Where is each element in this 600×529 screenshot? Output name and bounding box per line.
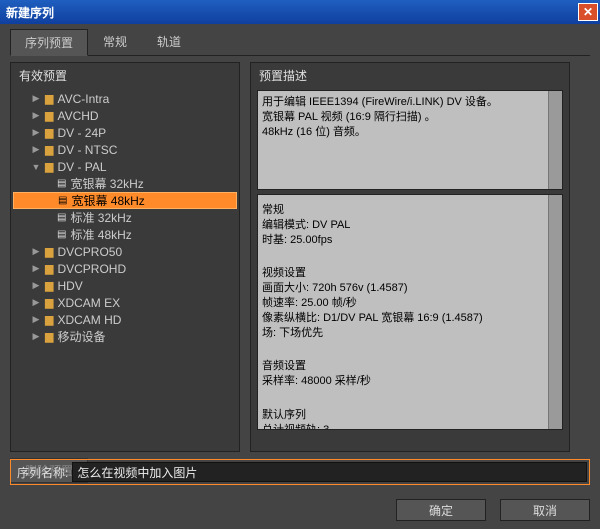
chevron-right-icon: ▶ [31,144,41,155]
description-top: 用于编辑 IEEE1394 (FireWire/i.LINK) DV 设备。 宽… [257,90,563,190]
tree-label: 标准 48kHz [70,226,131,243]
tree-label: 移动设备 [57,328,105,345]
chevron-right-icon: ▶ [31,297,41,308]
edit-mode: 编辑模式: DV PAL [262,218,558,233]
ok-button[interactable]: 确定 [396,499,486,521]
folder-icon: ▆ [45,262,53,275]
scrollbar[interactable] [548,195,562,429]
tree-folder[interactable]: ▶ ▆ DVCPRO50 [13,243,237,260]
tree-label: 宽银幕 48kHz [71,192,144,209]
preset-icon: ▤ [57,229,66,240]
dialog-body: 序列预置 常规 轨道 有效预置 ▶ ▆ AVC-Intra ▶ ▆ AVCHD ▶ ▆ DV… [0,24,600,529]
tree-label: 标准 32kHz [70,209,131,226]
sequence-name-input[interactable] [72,462,587,482]
frame-size: 画面大小: 720h 576v (1.4587) [262,281,558,296]
desc-line: 用于编辑 IEEE1394 (FireWire/i.LINK) DV 设备。 [262,95,558,110]
tree-label: XDCAM HD [57,313,121,327]
tree-folder[interactable]: ▼ ▆ DV - PAL [13,158,237,175]
tree-label: AVC-Intra [57,92,109,106]
tree-folder[interactable]: ▶ ▆ AVC-Intra [13,90,237,107]
timebase: 时基: 25.00fps [262,233,558,248]
chevron-right-icon: ▶ [31,314,41,325]
folder-icon: ▆ [45,330,53,343]
sequence-name-label: 序列名称: [13,464,72,481]
folder-icon: ▆ [45,92,53,105]
tree-folder[interactable]: ▶ ▆ XDCAM HD [13,311,237,328]
description-bottom: 常规 编辑模式: DV PAL 时基: 25.00fps 视频设置 画面大小: … [257,194,563,430]
tree-label: DVCPRO50 [57,245,122,259]
scrollbar[interactable] [548,91,562,189]
chevron-right-icon: ▶ [31,246,41,257]
chevron-right-icon: ▶ [31,127,41,138]
dialog-buttons: 确定 取消 [396,499,590,521]
folder-icon: ▆ [45,143,53,156]
description-panel: 预置描述 用于编辑 IEEE1394 (FireWire/i.LINK) DV … [250,62,570,452]
video-tracks: 总计视频轨: 3 [262,423,558,430]
tree-folder[interactable]: ▶ ▆ 移动设备 [13,328,237,345]
tree-label: HDV [57,279,82,293]
presets-title: 有效预置 [11,63,239,86]
cancel-button[interactable]: 取消 [500,499,590,521]
chevron-right-icon: ▶ [31,263,41,274]
description-title: 预置描述 [251,63,569,86]
desc-line: 48kHz (16 位) 音频。 [262,125,558,140]
tab-presets[interactable]: 序列预置 [10,29,88,56]
tab-general[interactable]: 常规 [88,28,142,55]
chevron-right-icon: ▶ [31,331,41,342]
folder-icon: ▆ [45,279,53,292]
tree-label: DVCPROHD [57,262,126,276]
tree-label: DV - 24P [57,126,106,140]
preset-icon: ▤ [57,178,66,189]
desc-line: 宽银幕 PAL 视频 (16:9 隔行扫描) 。 [262,110,558,125]
frame-rate: 帧速率: 25.00 帧/秒 [262,296,558,311]
default-seq-heading: 默认序列 [262,408,558,423]
tree-label: AVCHD [57,109,98,123]
tab-tracks[interactable]: 轨道 [142,28,196,55]
preset-icon: ▤ [57,212,66,223]
tree-preset[interactable]: ▤ 标准 32kHz [13,209,237,226]
sample-rate: 采样率: 48000 采样/秒 [262,374,558,389]
folder-icon: ▆ [45,296,53,309]
tree-preset-selected[interactable]: ▤ 宽银幕 48kHz [13,192,237,209]
folder-icon: ▆ [45,109,53,122]
tree-label: XDCAM EX [57,296,120,310]
sequence-name-row: 序列名称: [10,459,590,485]
preset-tree[interactable]: ▶ ▆ AVC-Intra ▶ ▆ AVCHD ▶ ▆ DV - 24P ▶ ▆ DV - NT… [11,86,239,442]
folder-icon: ▆ [45,126,53,139]
tree-folder[interactable]: ▶ ▆ XDCAM EX [13,294,237,311]
tree-folder[interactable]: ▶ ▆ DVCPROHD [13,260,237,277]
chevron-right-icon: ▶ [31,110,41,121]
tree-folder[interactable]: ▶ ▆ DV - 24P [13,124,237,141]
folder-icon: ▆ [45,313,53,326]
chevron-down-icon: ▼ [31,162,41,172]
tree-folder[interactable]: ▶ ▆ DV - NTSC [13,141,237,158]
folder-icon: ▆ [45,160,53,173]
tree-folder[interactable]: ▶ ▆ HDV [13,277,237,294]
pixel-aspect: 像素纵横比: D1/DV PAL 宽银幕 16:9 (1.4587) [262,311,558,326]
folder-icon: ▆ [45,245,53,258]
preset-icon: ▤ [58,195,67,206]
audio-heading: 音频设置 [262,359,558,374]
presets-panel: 有效预置 ▶ ▆ AVC-Intra ▶ ▆ AVCHD ▶ ▆ DV - 24P ▶ ▆ DV… [10,62,240,452]
general-heading: 常规 [262,203,558,218]
tree-preset[interactable]: ▤ 标准 48kHz [13,226,237,243]
close-button[interactable]: ✕ [578,3,598,21]
chevron-right-icon: ▶ [31,280,41,291]
titlebar: 新建序列 ✕ [0,0,600,24]
chevron-right-icon: ▶ [31,93,41,104]
tree-folder[interactable]: ▶ ▆ AVCHD [13,107,237,124]
tabs: 序列预置 常规 轨道 [10,28,590,56]
tree-label: DV - NTSC [57,143,117,157]
video-heading: 视频设置 [262,266,558,281]
tree-label: DV - PAL [57,160,106,174]
tree-preset[interactable]: ▤ 宽银幕 32kHz [13,175,237,192]
fields: 场: 下场优先 [262,326,558,341]
window-title: 新建序列 [6,4,54,21]
tree-label: 宽银幕 32kHz [70,175,143,192]
